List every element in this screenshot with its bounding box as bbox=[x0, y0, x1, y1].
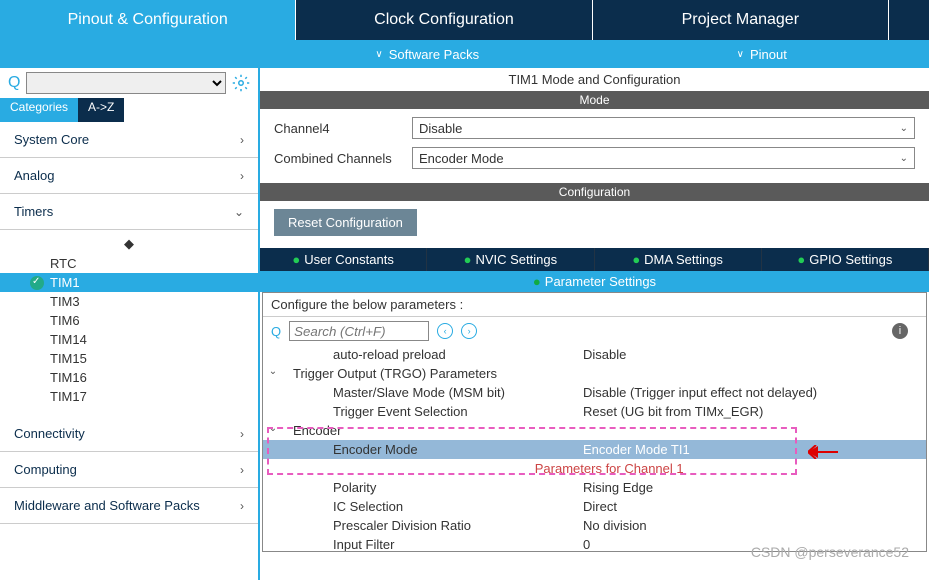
timer-tim14[interactable]: TIM14 bbox=[0, 330, 258, 349]
parameter-search-input[interactable] bbox=[289, 321, 429, 341]
info-icon[interactable]: i bbox=[892, 323, 908, 339]
content-title: TIM1 Mode and Configuration bbox=[260, 68, 929, 91]
tab-nvic-settings[interactable]: ●NVIC Settings bbox=[427, 248, 594, 271]
chevron-down-icon: ⌄ bbox=[234, 205, 244, 219]
prev-result-button[interactable]: ‹ bbox=[437, 323, 453, 339]
tab-extra[interactable] bbox=[889, 0, 929, 40]
group-channel1-params: Parameters for Channel 1 bbox=[263, 459, 926, 478]
timer-tim17[interactable]: TIM17 bbox=[0, 387, 258, 406]
channel4-select[interactable]: Disable⌄ bbox=[412, 117, 915, 139]
dropdown-software-packs[interactable]: ∨ Software Packs bbox=[260, 40, 595, 68]
chevron-right-icon: › bbox=[240, 499, 244, 513]
search-icon: Q bbox=[8, 74, 20, 92]
tab-pinout-config[interactable]: Pinout & Configuration bbox=[0, 0, 296, 40]
search-icon: Q bbox=[271, 324, 281, 339]
category-connectivity[interactable]: Connectivity› bbox=[0, 416, 258, 452]
timer-tim1[interactable]: TIM1 bbox=[0, 273, 258, 292]
combined-channels-select[interactable]: Encoder Mode⌄ bbox=[412, 147, 915, 169]
content-panel: TIM1 Mode and Configuration Mode Channel… bbox=[260, 68, 929, 580]
chevron-down-icon: ⌄ bbox=[900, 153, 908, 164]
channel4-label: Channel4 bbox=[274, 121, 404, 136]
chevron-right-icon: › bbox=[240, 133, 244, 147]
timer-tim3[interactable]: TIM3 bbox=[0, 292, 258, 311]
main-tabs: Pinout & Configuration Clock Configurati… bbox=[0, 0, 929, 40]
tab-user-constants[interactable]: ●User Constants bbox=[260, 248, 427, 271]
group-encoder[interactable]: ⌄Encoder bbox=[263, 421, 926, 440]
param-ic-selection[interactable]: IC SelectionDirect bbox=[263, 497, 926, 516]
tab-project-manager[interactable]: Project Manager bbox=[593, 0, 889, 40]
category-system-core[interactable]: System Core› bbox=[0, 122, 258, 158]
group-trgo[interactable]: ⌄Trigger Output (TRGO) Parameters bbox=[263, 364, 926, 383]
sidebar: Q Categories A->Z System Core› Analog› T… bbox=[0, 68, 260, 580]
chevron-right-icon: › bbox=[240, 463, 244, 477]
check-icon bbox=[30, 276, 44, 290]
chevron-down-icon: ⌄ bbox=[900, 123, 908, 134]
param-msm[interactable]: Master/Slave Mode (MSM bit)Disable (Trig… bbox=[263, 383, 926, 402]
next-result-button[interactable]: › bbox=[461, 323, 477, 339]
check-icon: ● bbox=[797, 252, 805, 267]
sub-toolbar: ∨ Software Packs ∨ Pinout bbox=[0, 40, 929, 68]
pinout-label: Pinout bbox=[750, 47, 787, 62]
check-icon: ● bbox=[533, 274, 541, 289]
mode-header: Mode bbox=[260, 91, 929, 109]
category-computing[interactable]: Computing› bbox=[0, 452, 258, 488]
param-auto-reload[interactable]: auto-reload preloadDisable bbox=[263, 345, 926, 364]
chevron-right-icon: › bbox=[240, 169, 244, 183]
software-packs-label: Software Packs bbox=[389, 47, 479, 62]
pin-icon[interactable]: ◆ bbox=[0, 234, 258, 254]
configuration-header: Configuration bbox=[260, 183, 929, 201]
param-polarity[interactable]: PolarityRising Edge bbox=[263, 478, 926, 497]
tab-a-to-z[interactable]: A->Z bbox=[78, 98, 124, 122]
check-icon: ● bbox=[632, 252, 640, 267]
parameter-list[interactable]: auto-reload preloadDisable ⌄Trigger Outp… bbox=[263, 345, 926, 551]
dropdown-pinout[interactable]: ∨ Pinout bbox=[595, 40, 929, 68]
timer-tim15[interactable]: TIM15 bbox=[0, 349, 258, 368]
config-tabs: ●User Constants ●NVIC Settings ●DMA Sett… bbox=[260, 248, 929, 271]
param-prescaler[interactable]: Prescaler Division RatioNo division bbox=[263, 516, 926, 535]
tab-dma-settings[interactable]: ●DMA Settings bbox=[595, 248, 762, 271]
timer-tim16[interactable]: TIM16 bbox=[0, 368, 258, 387]
chevron-down-icon: ∨ bbox=[737, 49, 744, 60]
category-analog[interactable]: Analog› bbox=[0, 158, 258, 194]
category-timers[interactable]: Timers⌄ bbox=[0, 194, 258, 230]
chevron-down-icon: ⌄ bbox=[263, 366, 283, 381]
parameters-instruction: Configure the below parameters : bbox=[263, 293, 926, 317]
timer-tim6[interactable]: TIM6 bbox=[0, 311, 258, 330]
chevron-down-icon: ∨ bbox=[375, 49, 382, 60]
timer-rtc[interactable]: RTC bbox=[0, 254, 258, 273]
check-icon: ● bbox=[464, 252, 472, 267]
gear-icon[interactable] bbox=[232, 74, 250, 92]
param-input-filter[interactable]: Input Filter0 bbox=[263, 535, 926, 551]
reset-configuration-button[interactable]: Reset Configuration bbox=[274, 209, 417, 236]
param-trigger-event[interactable]: Trigger Event SelectionReset (UG bit fro… bbox=[263, 402, 926, 421]
tab-categories[interactable]: Categories bbox=[0, 98, 78, 122]
category-middleware[interactable]: Middleware and Software Packs› bbox=[0, 488, 258, 524]
chevron-right-icon: › bbox=[240, 427, 244, 441]
tab-parameter-settings[interactable]: ●Parameter Settings bbox=[260, 271, 929, 292]
combined-channels-label: Combined Channels bbox=[274, 151, 404, 166]
tab-gpio-settings[interactable]: ●GPIO Settings bbox=[762, 248, 929, 271]
annotation-arrow-icon bbox=[808, 445, 838, 459]
timers-sublist: ◆ RTC TIM1 TIM3 TIM6 TIM14 TIM15 TIM16 T… bbox=[0, 230, 258, 416]
tab-clock-config[interactable]: Clock Configuration bbox=[296, 0, 592, 40]
parameters-area: Configure the below parameters : Q ‹ › i… bbox=[262, 292, 927, 552]
check-icon: ● bbox=[292, 252, 300, 267]
search-select[interactable] bbox=[26, 72, 226, 94]
chevron-down-icon: ⌄ bbox=[263, 423, 283, 438]
